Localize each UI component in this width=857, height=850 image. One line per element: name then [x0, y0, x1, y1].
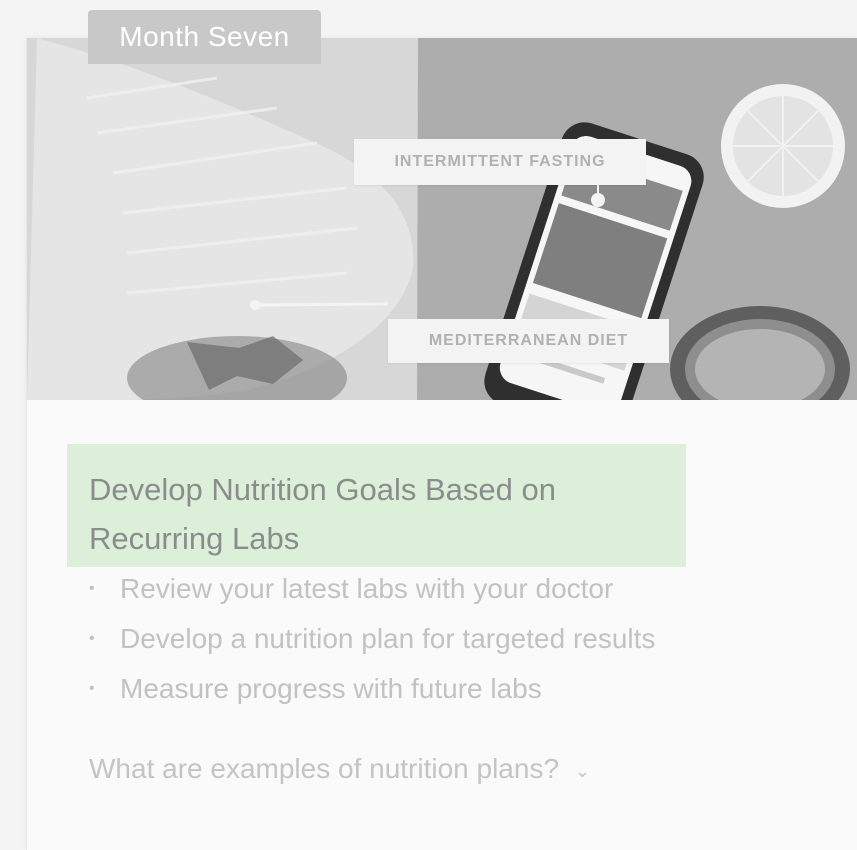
- callout-intermittent-fasting: INTERMITTENT FASTING: [354, 139, 646, 185]
- goal-list: • Review your latest labs with your doct…: [89, 570, 655, 720]
- faq-question: What are examples of nutrition plans?: [89, 753, 560, 784]
- list-item-label: Review your latest labs with your doctor: [120, 573, 614, 604]
- card-heading: Develop Nutrition Goals Based on Recurri…: [89, 472, 556, 556]
- list-item: • Review your latest labs with your doct…: [89, 570, 655, 620]
- bullet-dot-icon: •: [89, 580, 95, 597]
- bullet-dot-icon: •: [89, 680, 95, 697]
- chevron-down-icon: ⌄: [574, 761, 590, 781]
- faq-toggle[interactable]: What are examples of nutrition plans? ⌄: [89, 750, 590, 791]
- month-tab: Month Seven: [88, 10, 321, 64]
- list-item-label: Develop a nutrition plan for targeted re…: [120, 623, 656, 654]
- bullet-dot-icon: •: [89, 630, 95, 647]
- list-item: • Measure progress with future labs: [89, 670, 655, 720]
- list-item-label: Measure progress with future labs: [120, 673, 542, 704]
- nutrition-hero-image: INTERMITTENT FASTING MEDITERRANEAN DIET: [27, 38, 857, 400]
- list-item: • Develop a nutrition plan for targeted …: [89, 620, 655, 670]
- callout-mediterranean-diet: MEDITERRANEAN DIET: [388, 319, 669, 363]
